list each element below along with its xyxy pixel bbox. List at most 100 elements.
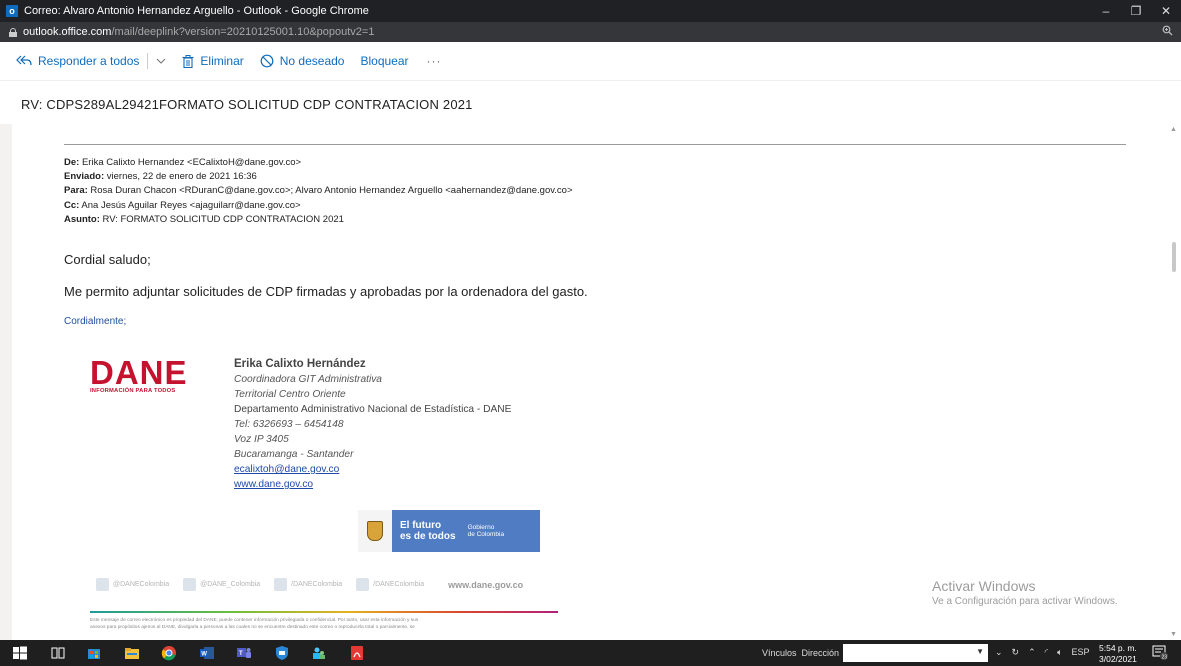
address-toolbar-input[interactable]: ▼: [843, 644, 988, 662]
block-label: Bloquear: [360, 54, 409, 68]
gov-banner: El futuro es de todos Gobierno de Colomb…: [358, 510, 540, 552]
social-facebook-label: /DANEColombia: [291, 581, 343, 588]
cc-label: Cc:: [64, 199, 80, 211]
taskbar-links-label: Vínculos: [762, 648, 797, 658]
vertical-scrollbar[interactable]: ▲ ▼: [1167, 124, 1181, 640]
trash-icon: [182, 54, 194, 68]
taskbar-clock[interactable]: 5:54 p. m. 3/02/2021: [1099, 643, 1137, 665]
signature: Erika Calixto Hernández Coordinadora GIT…: [234, 357, 511, 492]
reading-pane: De: Erika Calixto Hernandez <ECalixtoH@d…: [0, 124, 1181, 640]
window-controls: – ❐ ✕: [1091, 0, 1181, 22]
to-line: Para: Rosa Duran Chacon <RDuranC@dane.go…: [64, 184, 573, 198]
disclaimer-line2: anexos para propósitos ajenos al DANE, d…: [90, 625, 415, 630]
window-titlebar: o Correo: Alvaro Antonio Hernandez Argue…: [0, 0, 1181, 22]
tray-chevron-icon[interactable]: ⌄: [995, 647, 1003, 658]
chevron-down-icon[interactable]: ▼: [976, 647, 984, 656]
social-facebook[interactable]: /DANEColombia: [274, 578, 342, 591]
file-explorer-icon[interactable]: [124, 645, 140, 661]
closing: Cordialmente;: [64, 316, 127, 327]
taskbar: W T Vínculos Dirección ▼ ⌄ ↻ ⌃ ◜ 🔈︎ ESP …: [0, 640, 1181, 666]
instagram-icon: [96, 578, 109, 591]
twitter-icon: [183, 578, 197, 591]
social-twitter[interactable]: @DANE_Colombia: [183, 578, 260, 591]
reply-all-icon: [16, 55, 32, 66]
facebook-icon: [274, 578, 288, 591]
logo-text: DANE: [90, 354, 188, 391]
watermark-subtitle: Ve a Configuración para activar Windows.: [932, 596, 1118, 607]
chrome-icon[interactable]: [161, 645, 177, 661]
notifications-icon[interactable]: 23: [1152, 644, 1168, 660]
junk-label: No deseado: [279, 54, 345, 68]
address-bar[interactable]: outlook.office.com/mail/deeplink?version…: [0, 22, 1181, 42]
message-body: De: Erika Calixto Hernandez <ECalixtoH@d…: [12, 124, 1167, 640]
sent-label: Enviado:: [64, 171, 105, 183]
from-line: De: Erika Calixto Hernandez <ECalixtoH@d…: [64, 156, 573, 170]
reply-all-button[interactable]: Responder a todos: [16, 54, 139, 68]
wifi-icon[interactable]: ◜: [1045, 647, 1049, 658]
from-value: Erika Calixto Hernandez <ECalixtoH@dane.…: [79, 157, 302, 168]
message-subject: RV: CDPS289AL29421FORMATO SOLICITUD CDP …: [21, 97, 473, 112]
gov-slogan-line1: El futuro: [400, 520, 442, 531]
acrobat-icon[interactable]: [349, 645, 365, 661]
disclaimer-line1: Este mensaje de correo electrónico es pr…: [90, 618, 419, 623]
block-circle-icon: [260, 54, 274, 68]
footer-url[interactable]: www.dane.gov.co: [448, 580, 523, 590]
to-value: Rosa Duran Chacon <RDuranC@dane.gov.co>;…: [87, 185, 573, 197]
security-icon[interactable]: [274, 645, 290, 661]
signature-voip: Voz IP 3405: [234, 434, 289, 445]
taskbar-direction-label: Dirección: [801, 648, 840, 658]
language-indicator[interactable]: ESP: [1072, 647, 1090, 658]
taskbar-links[interactable]: Vínculos Dirección: [762, 648, 839, 658]
reply-all-label: Responder a todos: [38, 54, 140, 68]
zoom-icon[interactable]: [1162, 25, 1173, 39]
sent-line: Enviado: viernes, 22 de enero de 2021 16…: [64, 170, 573, 184]
signature-web-link[interactable]: www.dane.gov.co: [234, 479, 313, 490]
sent-value: viernes, 22 de enero de 2021 16:36: [104, 171, 257, 183]
more-options-button[interactable]: ···: [427, 54, 442, 68]
forwarded-header: De: Erika Calixto Hernandez <ECalixtoH@d…: [64, 156, 573, 227]
sync-icon[interactable]: ↻: [1012, 647, 1020, 658]
gov-name-line1: Gobierno: [467, 523, 495, 531]
signature-role: Coordinadora GIT Administrativa: [234, 374, 382, 385]
social-instagram[interactable]: @DANEColombia: [96, 578, 169, 591]
greeting: Cordial saludo;: [64, 252, 151, 267]
subject-line: Asunto: RV: FORMATO SOLICITUD CDP CONTRA…: [64, 213, 573, 227]
social-youtube[interactable]: /DANEColombia: [356, 578, 424, 591]
coat-of-arms-icon: [358, 510, 392, 552]
teams-icon[interactable]: T: [236, 645, 252, 661]
dane-logo: DANE INFORMACIÓN PARA TODOS: [90, 354, 200, 394]
task-view-icon[interactable]: [50, 645, 66, 661]
junk-button[interactable]: No deseado: [260, 54, 345, 68]
word-icon[interactable]: W: [199, 645, 215, 661]
store-icon[interactable]: [86, 645, 102, 661]
social-instagram-label: @DANEColombia: [113, 581, 170, 588]
signature-email-link[interactable]: ecalixtoh@dane.gov.co: [234, 464, 339, 475]
scroll-down-icon[interactable]: ▼: [1170, 631, 1177, 638]
windows-start-icon[interactable]: [12, 645, 28, 661]
gov-name-line2: de Colombia: [467, 531, 505, 538]
restore-button[interactable]: ❐: [1121, 0, 1151, 22]
close-button[interactable]: ✕: [1151, 0, 1181, 22]
delete-button[interactable]: Eliminar: [182, 54, 244, 68]
chevron-down-icon[interactable]: [156, 56, 166, 67]
gov-name: Gobierno de Colombia: [468, 524, 505, 539]
svg-text:T: T: [239, 651, 243, 657]
block-button[interactable]: Bloquear: [360, 54, 408, 68]
clock-time: 5:54 p. m.: [1099, 643, 1137, 653]
people-app-icon[interactable]: [311, 645, 327, 661]
cc-line: Cc: Ana Jesús Aguilar Reyes <ajaguilarr@…: [64, 199, 573, 213]
toolbar-divider: [147, 53, 149, 69]
signature-city: Bucaramanga - Santander: [234, 449, 354, 460]
notification-count: 23: [1162, 654, 1168, 660]
body-paragraph: Me permito adjuntar solicitudes de CDP f…: [64, 284, 588, 299]
scroll-up-icon[interactable]: ▲: [1170, 126, 1177, 133]
minimize-button[interactable]: –: [1091, 0, 1121, 22]
lock-icon: [9, 27, 17, 37]
command-toolbar: Responder a todos Eliminar No deseado Bl…: [0, 42, 1181, 81]
volume-icon[interactable]: 🔈︎: [1057, 647, 1062, 658]
show-hidden-icon[interactable]: ⌃: [1028, 647, 1036, 658]
url-path: /mail/deeplink?version=20210125001.10&po…: [111, 26, 375, 38]
signature-org: Departamento Administrativo Nacional de …: [234, 404, 512, 415]
activate-windows-watermark: Activar Windows Ve a Configuración para …: [932, 578, 1118, 607]
scroll-thumb[interactable]: [1172, 242, 1176, 272]
